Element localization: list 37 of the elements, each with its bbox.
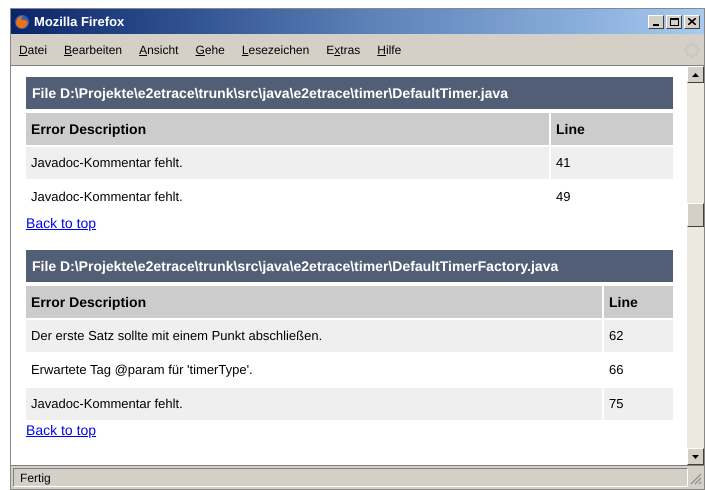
close-button[interactable]	[684, 14, 700, 28]
file-header: File D:\Projekte\e2etrace\trunk\src\java\e2etrace\timer\DefaultTimerFactory.java	[26, 250, 673, 282]
maximize-icon	[670, 18, 678, 26]
scroll-thumb[interactable]	[687, 203, 704, 227]
menu-item[interactable]: Gehe	[195, 40, 225, 58]
resize-grip-icon	[688, 470, 702, 484]
back-to-top-link[interactable]: Back to top	[26, 213, 96, 234]
menu-item[interactable]: Bearbeiten	[64, 40, 122, 58]
window-title: Mozilla Firefox	[34, 12, 126, 31]
down-arrow-icon	[692, 454, 699, 458]
up-arrow-icon	[692, 72, 699, 76]
minimize-button[interactable]	[648, 14, 664, 28]
file-header: File D:\Projekte\e2etrace\trunk\src\java\e2etrace\timer\DefaultTimer.java	[26, 77, 673, 109]
status-text: Fertig	[20, 470, 51, 486]
column-header: Line	[551, 113, 673, 145]
maximize-button[interactable]	[666, 14, 682, 28]
menu-item[interactable]: Lesezeichen	[242, 40, 310, 58]
table-cell: 75	[604, 388, 673, 420]
menu-item[interactable]: Datei	[19, 40, 48, 58]
minimize-icon	[653, 24, 659, 26]
scroll-up-button[interactable]	[687, 66, 704, 83]
table-cell: Javadoc-Kommentar fehlt.	[26, 388, 602, 420]
menu-item[interactable]: Extras	[326, 40, 360, 58]
close-icon	[688, 18, 696, 25]
table-cell: Der erste Satz sollte mit einem Punkt abschließen.	[26, 320, 602, 352]
column-header: Line	[604, 286, 673, 318]
table-cell: Javadoc-Kommentar fehlt.	[26, 147, 549, 179]
column-header: Error Description	[26, 286, 602, 318]
column-header: Error Description	[26, 113, 549, 145]
back-to-top-link[interactable]: Back to top	[26, 420, 96, 441]
browser-logo-icon	[14, 14, 30, 30]
table-cell: 62	[604, 320, 673, 352]
menu-item[interactable]: Ansicht	[139, 40, 178, 58]
scroll-down-button[interactable]	[687, 448, 704, 465]
table-cell: 41	[551, 147, 673, 179]
menu-item[interactable]: Hilfe	[377, 40, 402, 58]
scrollbar[interactable]	[687, 66, 704, 465]
